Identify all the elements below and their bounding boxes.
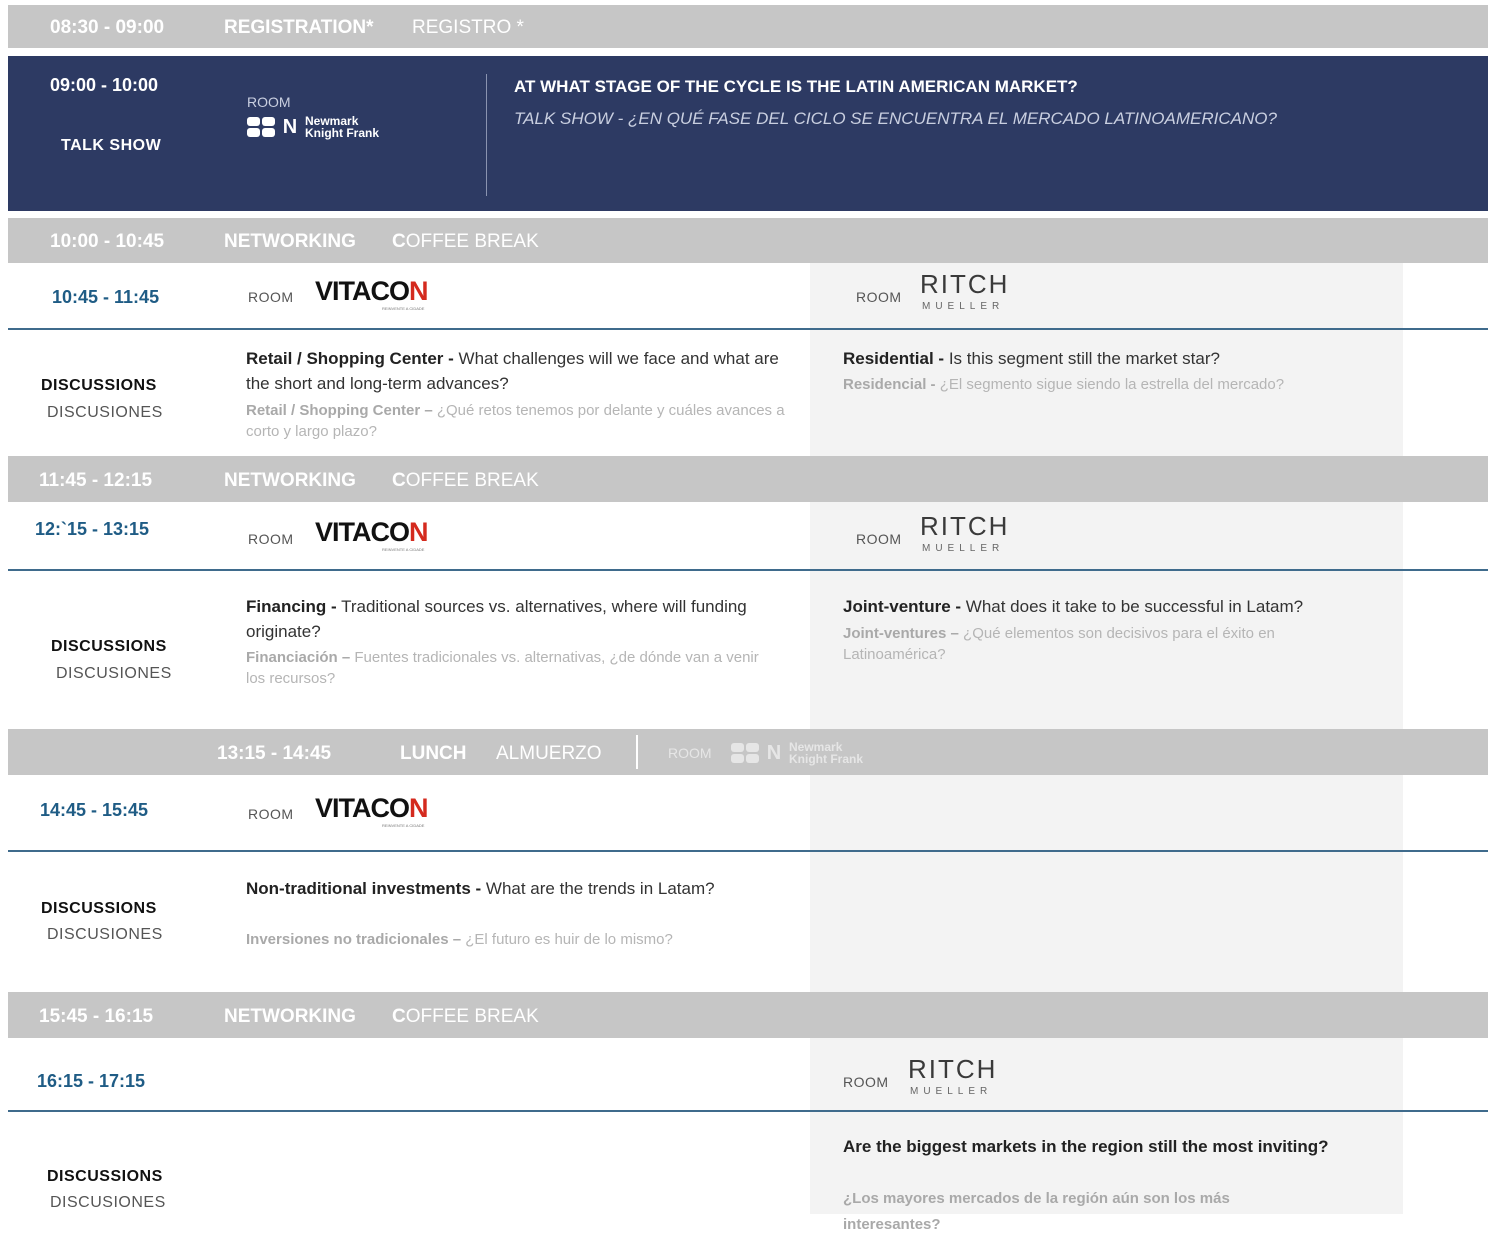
session1-left-topic: Retail / Shopping Center - What challeng… — [246, 349, 779, 393]
break3-coffee: COFFEE BREAK — [392, 1006, 539, 1027]
session3-time: 14:45 - 15:45 — [40, 800, 149, 820]
session2-right-topic-es: Joint-ventures – ¿Qué elementos son deci… — [843, 625, 1275, 663]
session3-left-topic: Non-traditional investments - What are t… — [246, 879, 715, 898]
session1-left-topic-es: Retail / Shopping Center – ¿Qué retos te… — [246, 402, 785, 440]
session3-left-room: ROOM — [248, 806, 294, 822]
lunch-label-en: LUNCH — [400, 743, 467, 764]
session2-disc-en: DISCUSSIONS — [51, 638, 167, 655]
talkshow-room-label: ROOM — [247, 94, 291, 110]
session2-right-room: ROOM — [856, 531, 902, 547]
registration-label-es: REGISTRO * — [412, 17, 524, 38]
lunch-nkf-squares-icon — [731, 743, 759, 763]
lunch-time: 13:15 - 14:45 — [217, 743, 332, 764]
nkf-line2: Knight Frank — [305, 126, 379, 140]
vitacon-logo-1: VITACON — [315, 276, 428, 306]
vitacon-logo-3: VITACON — [315, 793, 428, 823]
session1-disc-es: DISCUSIONES — [47, 404, 163, 421]
nkf-squares-icon — [247, 117, 275, 137]
session4-right-room: ROOM — [843, 1074, 889, 1090]
break1-time: 10:00 - 10:45 — [50, 231, 165, 252]
break3-networking: NETWORKING — [224, 1006, 356, 1027]
session3-left-topic-es: Inversiones no tradicionales – ¿El futur… — [246, 931, 673, 948]
session4-disc-es: DISCUSIONES — [50, 1194, 166, 1211]
vitacon-sub-2: REINVENTE A CIDADE — [382, 547, 425, 552]
coffee-break-bar-3: 15:45 - 16:15 NETWORKING COFFEE BREAK — [8, 992, 1488, 1038]
lunch-room-label: ROOM — [668, 745, 712, 761]
lunch-nkf-line2: Knight Frank — [789, 752, 863, 766]
ritch-logo-4: RITCH — [908, 1054, 998, 1084]
mueller-logo-4: MUELLER — [910, 1086, 993, 1097]
break2-coffee: COFFEE BREAK — [392, 470, 539, 491]
vitacon-logo-2: VITACON — [315, 517, 428, 547]
session2-left-topic: Financing - Traditional sources vs. alte… — [246, 597, 747, 641]
registration-time: 08:30 - 09:00 — [50, 17, 165, 38]
session3-disc-es: DISCUSIONES — [47, 926, 163, 943]
mueller-logo-2: MUELLER — [922, 543, 1005, 554]
talkshow-type: TALK SHOW — [61, 137, 162, 154]
vitacon-sub-1: REINVENTE A CIDADE — [382, 306, 425, 311]
session1-divider — [8, 328, 1488, 330]
break3-time: 15:45 - 16:15 — [39, 1006, 154, 1027]
nkf-n-icon: N — [282, 116, 298, 138]
session2-disc-es: DISCUSIONES — [56, 665, 172, 682]
session1-disc-en: DISCUSSIONS — [41, 377, 157, 394]
session4-time: 16:15 - 17:15 — [37, 1071, 146, 1091]
ritch-logo-1: RITCH — [920, 269, 1010, 299]
ritch-logo-2: RITCH — [920, 511, 1010, 541]
session1-right-topic-es: Residencial - ¿El segmento sigue siendo … — [843, 376, 1285, 393]
break1-networking: NETWORKING — [224, 231, 356, 252]
session4-disc-en: DISCUSSIONS — [47, 1168, 163, 1185]
session4-divider — [8, 1110, 1488, 1112]
talkshow-title-es: TALK SHOW - ¿EN QUÉ FASE DEL CICLO SE EN… — [514, 109, 1277, 128]
coffee-break-bar-2: 11:45 - 12:15 NETWORKING COFFEE BREAK — [8, 456, 1488, 502]
session1-right-topic: Residential - Is this segment still the … — [843, 349, 1220, 368]
session2-divider — [8, 569, 1488, 571]
session3-divider — [8, 850, 1488, 852]
vitacon-sub-3: REINVENTE A CIDADE — [382, 823, 425, 828]
talkshow-title-en: AT WHAT STAGE OF THE CYCLE IS THE LATIN … — [514, 77, 1078, 96]
talkshow-time: 09:00 - 10:00 — [50, 75, 159, 95]
right-column-panel-3 — [810, 775, 1403, 992]
talkshow-divider — [486, 74, 487, 196]
break1-coffee: COFFEE BREAK — [392, 231, 539, 252]
mueller-logo-1: MUELLER — [922, 301, 1005, 312]
lunch-nkf-logo: N Newmark Knight Frank — [731, 741, 863, 765]
break2-time: 11:45 - 12:15 — [39, 470, 153, 491]
registration-label-en: REGISTRATION* — [224, 17, 374, 38]
session1-left-room: ROOM — [248, 289, 294, 305]
lunch-bar: 13:15 - 14:45 LUNCH ALMUERZO ROOM N Newm… — [8, 729, 1488, 775]
session4-right-topic-es: ¿Los mayores mercados de la región aún s… — [843, 1190, 1230, 1233]
session2-left-room: ROOM — [248, 531, 294, 547]
session1-time: 10:45 - 11:45 — [52, 287, 160, 307]
session1-right-room: ROOM — [856, 289, 902, 305]
newmark-knight-frank-logo: N Newmark Knight Frank — [247, 115, 379, 139]
lunch-label-es: ALMUERZO — [496, 743, 602, 764]
session3-disc-en: DISCUSSIONS — [41, 900, 157, 917]
talkshow-block: 09:00 - 10:00 TALK SHOW ROOM N Newmark K… — [8, 56, 1488, 211]
session2-time: 12:`15 - 13:15 — [35, 519, 150, 539]
session2-left-topic-es: Financiación – Fuentes tradicionales vs.… — [246, 649, 759, 687]
break2-networking: NETWORKING — [224, 470, 356, 491]
lunch-nkf-n-icon: N — [766, 742, 782, 764]
coffee-break-bar-1: 10:00 - 10:45 NETWORKING COFFEE BREAK — [8, 218, 1488, 263]
session2-right-topic: Joint-venture - What does it take to be … — [843, 597, 1304, 616]
session4-right-topic: Are the biggest markets in the region st… — [843, 1137, 1329, 1156]
registration-bar: 08:30 - 09:00 REGISTRATION* REGISTRO * — [8, 5, 1488, 48]
lunch-divider — [636, 735, 638, 769]
